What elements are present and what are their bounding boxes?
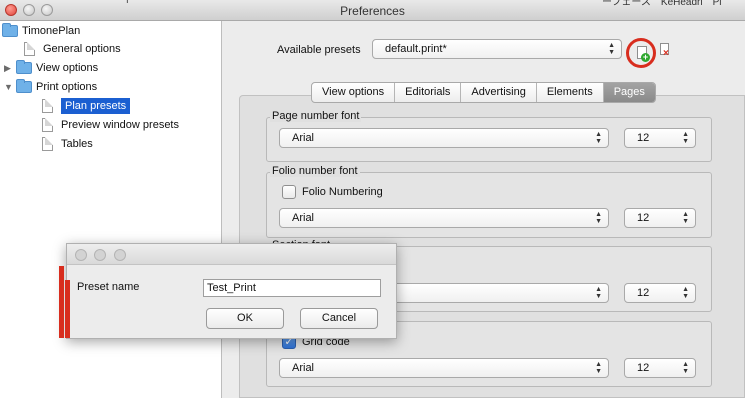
folio-number-size-select[interactable]: 12 ▲ ▼ [624, 208, 696, 228]
available-presets-value: default.print* [385, 43, 447, 55]
tree-item-view-options[interactable]: ▶ View options [4, 59, 98, 77]
up-down-arrows-icon: ▲ ▼ [682, 286, 689, 300]
window-title: Preferences [340, 4, 405, 18]
disclosure-triangle-right-icon[interactable]: ▶ [4, 63, 14, 74]
preset-name-input[interactable]: Test_Print [203, 279, 381, 297]
size-value: 12 [637, 287, 650, 299]
up-down-arrows-icon: ▲ ▼ [608, 42, 615, 56]
tab-elements[interactable]: Elements [537, 83, 604, 102]
tab-editorials[interactable]: Editorials [395, 83, 462, 102]
window-titlebar: | ーフェース KeHeadrl Pl Preferences [0, 0, 745, 21]
tree-item-label: Tables [61, 138, 93, 150]
font-value: Arial [292, 362, 315, 374]
page-number-size-select[interactable]: 12 ▲ ▼ [624, 128, 696, 148]
tree-item-label: Preview window presets [61, 119, 179, 131]
document-icon [42, 137, 53, 151]
tree-item-label: Print options [36, 81, 98, 93]
document-icon [24, 42, 35, 56]
section-size-select[interactable]: 12 ▲ ▼ [624, 283, 696, 303]
font-value: Arial [292, 132, 315, 144]
preset-name-dialog: Preset name Test_Print OK Cancel [66, 243, 397, 339]
tree-item-preview-window-presets[interactable]: Preview window presets [40, 116, 179, 134]
up-down-arrows-icon: ▲ ▼ [682, 131, 689, 145]
page-number-font-title: Page number font [270, 110, 362, 122]
plus-icon: + [641, 52, 650, 62]
size-value: 12 [637, 132, 650, 144]
size-value: 12 [637, 212, 650, 224]
dialog-titlebar [67, 244, 396, 265]
size-value: 12 [637, 362, 650, 374]
tree-item-label: View options [36, 62, 99, 74]
disclosure-triangle-down-icon[interactable]: ▼ [4, 82, 14, 92]
annotation-highlight-bar [65, 280, 70, 338]
grid-code-size-select[interactable]: 12 ▲ ▼ [624, 358, 696, 378]
tree-item-label: Plan presets [61, 98, 131, 114]
settings-tabs: View options Editorials Advertising Elem… [311, 82, 656, 103]
tree-item-plan-presets[interactable]: Plan presets [40, 97, 131, 115]
ok-button[interactable]: OK [206, 308, 284, 329]
tree-item-tables[interactable]: Tables [40, 135, 93, 153]
dialog-close-button[interactable] [75, 249, 87, 261]
folio-numbering-label: Folio Numbering [302, 186, 383, 198]
folio-numbering-checkbox[interactable] [282, 185, 296, 199]
folio-number-font-group [266, 172, 712, 238]
available-presets-label: Available presets [277, 44, 361, 56]
tree-item-print-options[interactable]: ▼ Print options [4, 78, 97, 96]
tree-item-general-options[interactable]: General options [22, 40, 121, 58]
dialog-minimize-button[interactable] [94, 249, 106, 261]
tab-view-options[interactable]: View options [312, 83, 396, 102]
folder-icon [16, 60, 32, 74]
tree-item-root[interactable]: TimonePlan [2, 22, 80, 40]
document-icon [42, 118, 53, 132]
page-number-font-select[interactable]: Arial ▲ ▼ [279, 128, 609, 148]
up-down-arrows-icon: ▲ ▼ [595, 286, 602, 300]
cancel-button[interactable]: Cancel [300, 308, 378, 329]
dialog-zoom-button[interactable] [114, 249, 126, 261]
delete-x-icon: × [663, 48, 669, 59]
add-preset-button[interactable]: + [626, 38, 656, 68]
available-presets-select[interactable]: default.print* ▲ ▼ [372, 39, 622, 59]
document-icon [42, 99, 53, 113]
up-down-arrows-icon: ▲ ▼ [682, 211, 689, 225]
tab-pages[interactable]: Pages [603, 83, 655, 102]
tree-item-label: TimonePlan [22, 25, 81, 37]
preset-name-label: Preset name [77, 281, 140, 293]
grid-code-font-select[interactable]: Arial ▲ ▼ [279, 358, 609, 378]
folio-number-font-select[interactable]: Arial ▲ ▼ [279, 208, 609, 228]
up-down-arrows-icon: ▲ ▼ [595, 361, 602, 375]
folder-icon [16, 79, 32, 93]
delete-preset-button[interactable]: × [659, 43, 671, 59]
up-down-arrows-icon: ▲ ▼ [595, 131, 602, 145]
annotation-highlight-bar [59, 266, 64, 338]
tab-advertising[interactable]: Advertising [461, 83, 537, 102]
sidebar-tree: TimonePlan General options ▶ View option… [0, 21, 222, 398]
tree-item-label: General options [43, 43, 121, 55]
font-value: Arial [292, 212, 315, 224]
up-down-arrows-icon: ▲ ▼ [595, 211, 602, 225]
folder-icon [2, 23, 18, 37]
folio-number-font-title: Folio number font [270, 165, 360, 177]
up-down-arrows-icon: ▲ ▼ [682, 361, 689, 375]
